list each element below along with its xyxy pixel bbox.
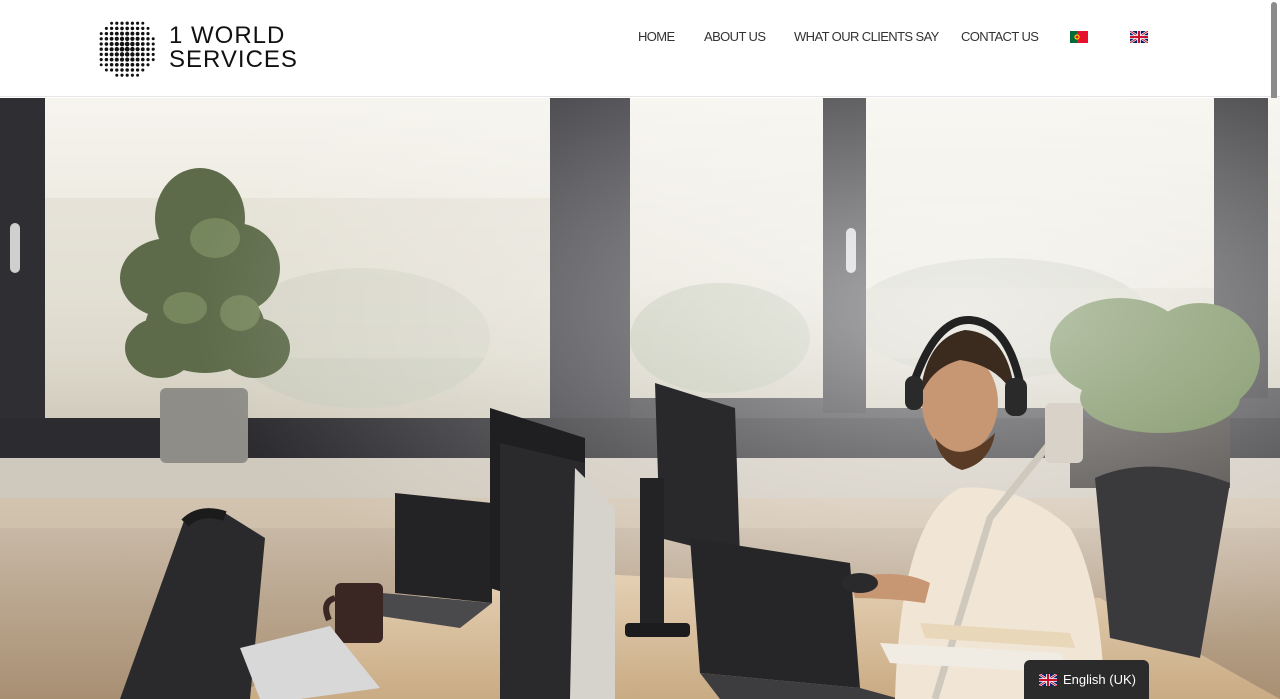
- logo-text: 1 WORLD SERVICES: [169, 24, 298, 72]
- site-logo[interactable]: 1 WORLD SERVICES: [93, 16, 308, 80]
- nav-contact-us[interactable]: CONTACT US: [961, 28, 1039, 46]
- hero-image: [0, 98, 1280, 699]
- language-switcher-label: English (UK): [1063, 672, 1136, 687]
- language-switcher[interactable]: English (UK): [1024, 660, 1149, 699]
- logo-line-1: 1 WORLD: [169, 22, 286, 49]
- uk-flag-icon[interactable]: [1130, 31, 1148, 43]
- site-header: 1 WORLD SERVICES HOME ABOUT US WHAT OUR …: [0, 0, 1280, 100]
- nav-home[interactable]: HOME: [638, 28, 675, 46]
- dotted-globe-icon: [99, 21, 155, 77]
- office-scene-illustration: [0, 98, 1280, 699]
- uk-flag-icon: [1039, 673, 1057, 686]
- logo-line-2: SERVICES: [169, 46, 298, 73]
- page-scrollbar[interactable]: [1271, 2, 1277, 100]
- nav-about-us[interactable]: ABOUT US: [704, 28, 766, 46]
- nav-what-our-clients-say[interactable]: WHAT OUR CLIENTS SAY: [794, 28, 939, 46]
- portugal-flag-icon[interactable]: [1070, 31, 1088, 43]
